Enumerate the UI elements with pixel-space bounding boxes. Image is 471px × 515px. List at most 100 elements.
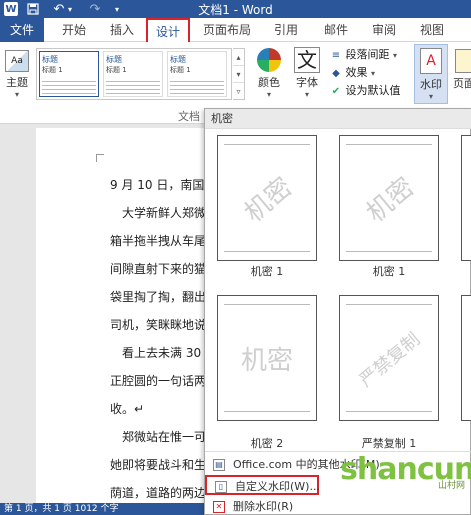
watermark-preview-text: 机密 bbox=[240, 346, 293, 376]
status-text: 第 1 页，共 1 页 1012 个字 bbox=[4, 504, 119, 514]
tab-design[interactable]: 设计 bbox=[146, 18, 190, 43]
chevron-down-icon: ▾ bbox=[428, 92, 433, 101]
text-lines-decoration bbox=[42, 78, 96, 96]
set-default-label: 设为默认值 bbox=[345, 84, 401, 97]
watermark-caption: 机密 2 bbox=[250, 437, 284, 450]
page-header-rule bbox=[224, 144, 310, 145]
document-line: 看上去未满 30 岁 bbox=[122, 346, 217, 360]
colors-label: 颜色 bbox=[258, 76, 280, 89]
watermark-caption: 机密 1 bbox=[250, 265, 284, 278]
site-watermark-sub: 山村网 bbox=[438, 481, 466, 491]
paragraph-spacing-label: 段落间距 bbox=[345, 48, 390, 61]
style-set-sub: 标题 1 bbox=[42, 66, 63, 74]
page-color-button[interactable]: 页面 bbox=[452, 46, 471, 104]
chevron-down-icon: ▾ bbox=[266, 90, 271, 99]
menu-item-label: 删除水印(R) bbox=[233, 500, 294, 513]
watermark-option-partial[interactable] bbox=[461, 135, 471, 261]
watermark-preview-text: 机密 bbox=[361, 172, 421, 229]
chevron-down-icon: ▾ bbox=[371, 69, 376, 78]
effects-icon: ◆ bbox=[332, 68, 340, 79]
checkmark-icon: ✔ bbox=[331, 86, 341, 97]
watermark-option[interactable]: 机密 bbox=[217, 135, 317, 261]
effects-button[interactable]: ◆ 效果 ▾ bbox=[330, 64, 375, 82]
page-color-label: 页面 bbox=[453, 77, 471, 90]
style-set-item[interactable]: 标题 标题 1 bbox=[39, 51, 99, 97]
document-line: 袋里掏了掏，翻出 bbox=[110, 290, 207, 304]
chevron-down-icon: ▾ bbox=[14, 90, 19, 99]
text-lines-decoration bbox=[170, 78, 224, 96]
style-set-gallery: 标题 标题 1 标题 标题 1 标题 标题 1 bbox=[36, 48, 232, 100]
watermark-button[interactable]: A 水印 ▾ bbox=[414, 44, 448, 104]
document-line: 郑微站在惟一可 bbox=[122, 430, 207, 444]
effects-label: 效果 bbox=[345, 66, 368, 79]
page-footer-rule bbox=[224, 411, 310, 412]
watermark-option[interactable]: 严禁复制 bbox=[339, 295, 439, 421]
palette-icon bbox=[257, 48, 281, 72]
style-set-item[interactable]: 标题 标题 1 bbox=[167, 51, 227, 97]
watermark-caption: 严禁复制 1 bbox=[361, 437, 417, 450]
site-watermark: shancun 山村网 bbox=[340, 452, 471, 502]
page-icon: ▯ bbox=[215, 481, 227, 493]
style-set-sub: 标题 1 bbox=[106, 66, 127, 74]
tab-page-layout[interactable]: 页面布局 bbox=[200, 18, 254, 42]
document-line: 收。↵ bbox=[110, 402, 145, 416]
fonts-label: 字体 bbox=[296, 76, 318, 89]
chevron-down-icon: ▾ bbox=[393, 51, 398, 60]
gallery-up-icon[interactable]: ▴ bbox=[233, 49, 244, 66]
section-header-confidential: 机密 bbox=[205, 109, 471, 129]
tab-file[interactable]: 文件 bbox=[0, 18, 44, 42]
watermark-option-partial[interactable] bbox=[461, 295, 471, 421]
gallery-more-icon[interactable]: ▿ bbox=[233, 83, 244, 100]
document-line: 箱半拖半拽从车尾 bbox=[110, 234, 207, 248]
group-label-document-formatting: 文档 bbox=[178, 110, 200, 123]
menu-item-label: 自定义水印(W)... bbox=[235, 480, 320, 493]
watermark-option[interactable]: 机密 bbox=[217, 295, 317, 421]
style-set-heading: 标题 bbox=[42, 55, 58, 64]
document-line: 正腔圆的一句话两 bbox=[110, 374, 207, 388]
text-lines-decoration bbox=[106, 78, 160, 96]
colors-button[interactable]: 颜色 ▾ bbox=[254, 46, 284, 104]
document-line: 9 月 10 日，南国的 bbox=[110, 178, 217, 192]
tab-view[interactable]: 视图 bbox=[414, 18, 450, 42]
page-header-rule bbox=[346, 144, 432, 145]
set-default-button[interactable]: ✔ 设为默认值 bbox=[330, 82, 401, 100]
themes-label: 主题 bbox=[6, 76, 28, 89]
paragraph-spacing-button[interactable]: ≡ 段落间距 ▾ bbox=[330, 46, 397, 64]
document-line: 司机，笑眯眯地说 bbox=[110, 318, 207, 332]
page-footer-rule bbox=[346, 251, 432, 252]
title-bar: W ↶ ▾ ↷ ▾ 文档1 - Word bbox=[0, 0, 471, 18]
watermark-preview-text: 机密 bbox=[239, 172, 299, 229]
style-set-heading: 标题 bbox=[170, 55, 186, 64]
tab-mailings[interactable]: 邮件 bbox=[318, 18, 354, 42]
page-header-rule bbox=[346, 304, 432, 305]
watermark-preview-text: 严禁复制 bbox=[355, 328, 425, 392]
tab-home[interactable]: 开始 bbox=[56, 18, 92, 42]
ribbon-tabs: 文件 开始 插入 设计 页面布局 引用 邮件 审阅 视图 bbox=[0, 18, 471, 43]
margin-corner-mark bbox=[96, 154, 104, 162]
themes-icon: Aa bbox=[5, 50, 29, 72]
watermark-label: 水印 bbox=[420, 78, 442, 91]
page-header-rule bbox=[224, 304, 310, 305]
tab-references[interactable]: 引用 bbox=[268, 18, 304, 42]
document-icon: ▤ bbox=[213, 459, 225, 471]
watermark-caption: 机密 1 bbox=[372, 265, 406, 278]
fonts-icon: 文 bbox=[294, 47, 320, 73]
style-set-item[interactable]: 标题 标题 1 bbox=[103, 51, 163, 97]
document-line: 荫道，道路的两边 bbox=[110, 486, 207, 500]
tab-insert[interactable]: 插入 bbox=[104, 18, 140, 42]
style-set-heading: 标题 bbox=[106, 55, 122, 64]
tab-review[interactable]: 审阅 bbox=[366, 18, 402, 42]
watermark-icon: A bbox=[420, 48, 442, 74]
menu-item-custom-watermark[interactable]: ▯ 自定义水印(W)... bbox=[205, 475, 320, 495]
chevron-down-icon: ▾ bbox=[304, 90, 309, 99]
fonts-button[interactable]: 文 字体 ▾ bbox=[290, 46, 324, 104]
watermark-option[interactable]: 机密 bbox=[339, 135, 439, 261]
page-color-icon bbox=[455, 49, 471, 73]
document-line: 她即将要战斗和生 bbox=[110, 458, 207, 472]
gallery-scroll[interactable]: ▴ ▾ ▿ bbox=[233, 48, 245, 100]
document-line: 大学新鲜人郑微 bbox=[122, 206, 207, 220]
gallery-down-icon[interactable]: ▾ bbox=[233, 66, 244, 83]
document-line: 间隙直射下来的猫 bbox=[110, 262, 207, 276]
themes-button[interactable]: Aa 主题 ▾ bbox=[2, 46, 32, 102]
page-footer-rule bbox=[346, 411, 432, 412]
